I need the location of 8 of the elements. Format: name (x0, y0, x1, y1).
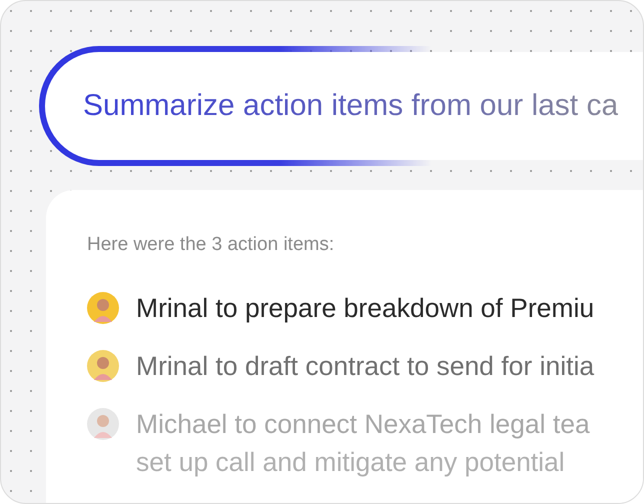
action-item-text: Mrinal to draft contract to send for initia (136, 350, 594, 382)
avatar-icon (87, 292, 119, 324)
avatar-icon (87, 408, 119, 440)
avatar-icon (87, 350, 119, 382)
action-item-text: Mrinal to prepare breakdown of Premiu (136, 292, 594, 324)
action-item-text: set up call and mitigate any potential (136, 446, 566, 478)
action-item-text: Michael to connect NexaTech legal tea (136, 408, 590, 440)
answer-intro: Here were the 3 action items: (87, 234, 336, 256)
